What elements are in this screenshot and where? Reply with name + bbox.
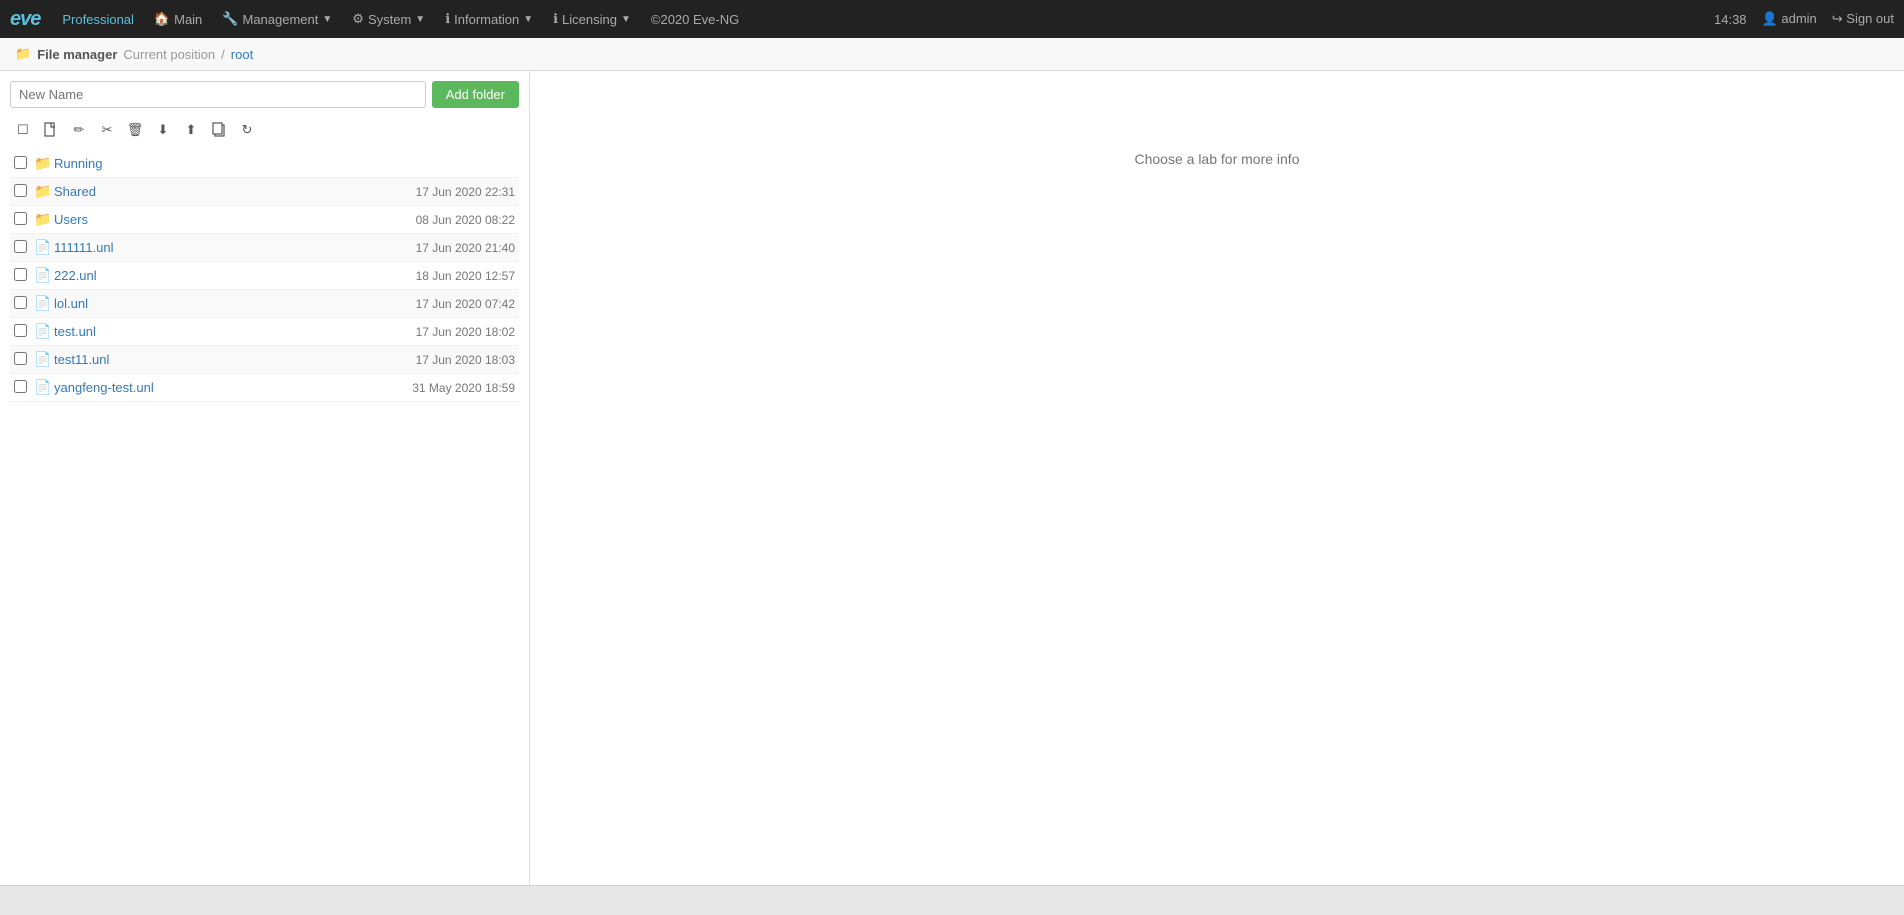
right-panel: Choose a lab for more info xyxy=(530,71,1904,910)
list-item[interactable]: 📁Shared17 Jun 2020 22:31 xyxy=(10,178,519,206)
row-checkbox[interactable] xyxy=(14,240,34,256)
navbar-user: admin xyxy=(1781,11,1816,26)
copy-icon[interactable] xyxy=(206,118,232,142)
main-content: Add folder ☐ ✏ ✂ 🗑 ⬇ ⬆ ↻ 📁Running📁Shared… xyxy=(0,71,1904,910)
file-date: 17 Jun 2020 18:03 xyxy=(375,353,515,367)
add-folder-button[interactable]: Add folder xyxy=(432,81,519,108)
navbar-time: 14:38 xyxy=(1714,12,1747,27)
list-item[interactable]: 📄111111.unl17 Jun 2020 21:40 xyxy=(10,234,519,262)
row-checkbox[interactable] xyxy=(14,268,34,284)
file-list: 📁Running📁Shared17 Jun 2020 22:31📁Users08… xyxy=(10,150,519,900)
row-checkbox[interactable] xyxy=(14,184,34,200)
list-item[interactable]: 📁Users08 Jun 2020 08:22 xyxy=(10,206,519,234)
row-checkbox[interactable] xyxy=(14,296,34,312)
add-folder-row: Add folder xyxy=(10,81,519,108)
file-name[interactable]: Running xyxy=(54,156,375,171)
cut-icon[interactable]: ✂ xyxy=(94,118,120,142)
row-checkbox[interactable] xyxy=(14,352,34,368)
list-item[interactable]: 📁Running xyxy=(10,150,519,178)
file-date: 17 Jun 2020 18:02 xyxy=(375,325,515,339)
nav-system[interactable]: ⚙ System ▼ xyxy=(342,0,435,38)
file-date: 31 May 2020 18:59 xyxy=(375,381,515,395)
navbar-right: 14:38 👤 admin ↪ Sign out xyxy=(1714,11,1894,27)
navbar: eve Professional 🏠 Main 🔧 Management ▼ ⚙… xyxy=(0,0,1904,38)
file-name[interactable]: test11.unl xyxy=(54,352,375,367)
download-icon[interactable]: ⬇ xyxy=(150,118,176,142)
edit-icon[interactable]: ✏ xyxy=(66,118,92,142)
select-all-icon[interactable]: ☐ xyxy=(10,118,36,142)
nav-main[interactable]: 🏠 Main xyxy=(144,0,212,38)
file-icon: 📄 xyxy=(34,295,51,311)
list-item[interactable]: 📄222.unl18 Jun 2020 12:57 xyxy=(10,262,519,290)
file-name[interactable]: Users xyxy=(54,212,375,227)
file-date: 08 Jun 2020 08:22 xyxy=(375,213,515,227)
file-icon: 📄 xyxy=(34,351,51,367)
new-name-input[interactable] xyxy=(10,81,426,108)
row-checkbox[interactable] xyxy=(14,380,34,396)
file-date: 17 Jun 2020 07:42 xyxy=(375,297,515,311)
file-name[interactable]: lol.unl xyxy=(54,296,375,311)
file-date: 17 Jun 2020 21:40 xyxy=(375,241,515,255)
folder-icon: 📁 xyxy=(34,211,51,227)
right-panel-placeholder: Choose a lab for more info xyxy=(1135,151,1300,167)
breadcrumb-slash: / xyxy=(221,47,225,62)
file-name[interactable]: 111111.unl xyxy=(54,240,375,255)
list-item[interactable]: 📄test.unl17 Jun 2020 18:02 xyxy=(10,318,519,346)
row-checkbox[interactable] xyxy=(14,212,34,228)
list-item[interactable]: 📄yangfeng-test.unl31 May 2020 18:59 xyxy=(10,374,519,402)
file-manager-icon: 📁 xyxy=(15,46,31,62)
file-name[interactable]: Shared xyxy=(54,184,375,199)
file-panel: Add folder ☐ ✏ ✂ 🗑 ⬇ ⬆ ↻ 📁Running📁Shared… xyxy=(0,71,530,910)
breadcrumb-bar: 📁 File manager Current position / root xyxy=(0,38,1904,71)
logo: eve xyxy=(10,8,40,31)
nav-licensing[interactable]: ℹ Licensing ▼ xyxy=(543,0,641,38)
breadcrumb-root[interactable]: root xyxy=(231,47,253,62)
nav-management[interactable]: 🔧 Management ▼ xyxy=(212,0,342,38)
file-icon: 📄 xyxy=(34,267,51,283)
signout-button[interactable]: ↪ Sign out xyxy=(1832,11,1894,27)
row-checkbox[interactable] xyxy=(14,324,34,340)
refresh-icon[interactable]: ↻ xyxy=(234,118,260,142)
breadcrumb-separator1: Current position xyxy=(123,47,215,62)
delete-icon[interactable]: 🗑 xyxy=(122,118,148,142)
file-manager-label: File manager xyxy=(37,47,117,62)
nav-copyright: ©2020 Eve-NG xyxy=(641,0,749,38)
nav-information[interactable]: ℹ Information ▼ xyxy=(435,0,543,38)
file-date: 17 Jun 2020 22:31 xyxy=(375,185,515,199)
file-icon: 📄 xyxy=(34,239,51,255)
file-name[interactable]: yangfeng-test.unl xyxy=(54,380,375,395)
footer xyxy=(0,885,1904,915)
list-item[interactable]: 📄lol.unl17 Jun 2020 07:42 xyxy=(10,290,519,318)
folder-icon: 📁 xyxy=(34,183,51,199)
new-file-icon[interactable] xyxy=(38,118,64,142)
nav-professional[interactable]: Professional xyxy=(52,0,144,38)
file-icon: 📄 xyxy=(34,323,51,339)
file-name[interactable]: test.unl xyxy=(54,324,375,339)
folder-icon: 📁 xyxy=(34,155,51,171)
file-date: 18 Jun 2020 12:57 xyxy=(375,269,515,283)
file-name[interactable]: 222.unl xyxy=(54,268,375,283)
file-icon: 📄 xyxy=(34,379,51,395)
upload-icon[interactable]: ⬆ xyxy=(178,118,204,142)
toolbar: ☐ ✏ ✂ 🗑 ⬇ ⬆ ↻ xyxy=(10,116,519,144)
row-checkbox[interactable] xyxy=(14,156,34,172)
list-item[interactable]: 📄test11.unl17 Jun 2020 18:03 xyxy=(10,346,519,374)
